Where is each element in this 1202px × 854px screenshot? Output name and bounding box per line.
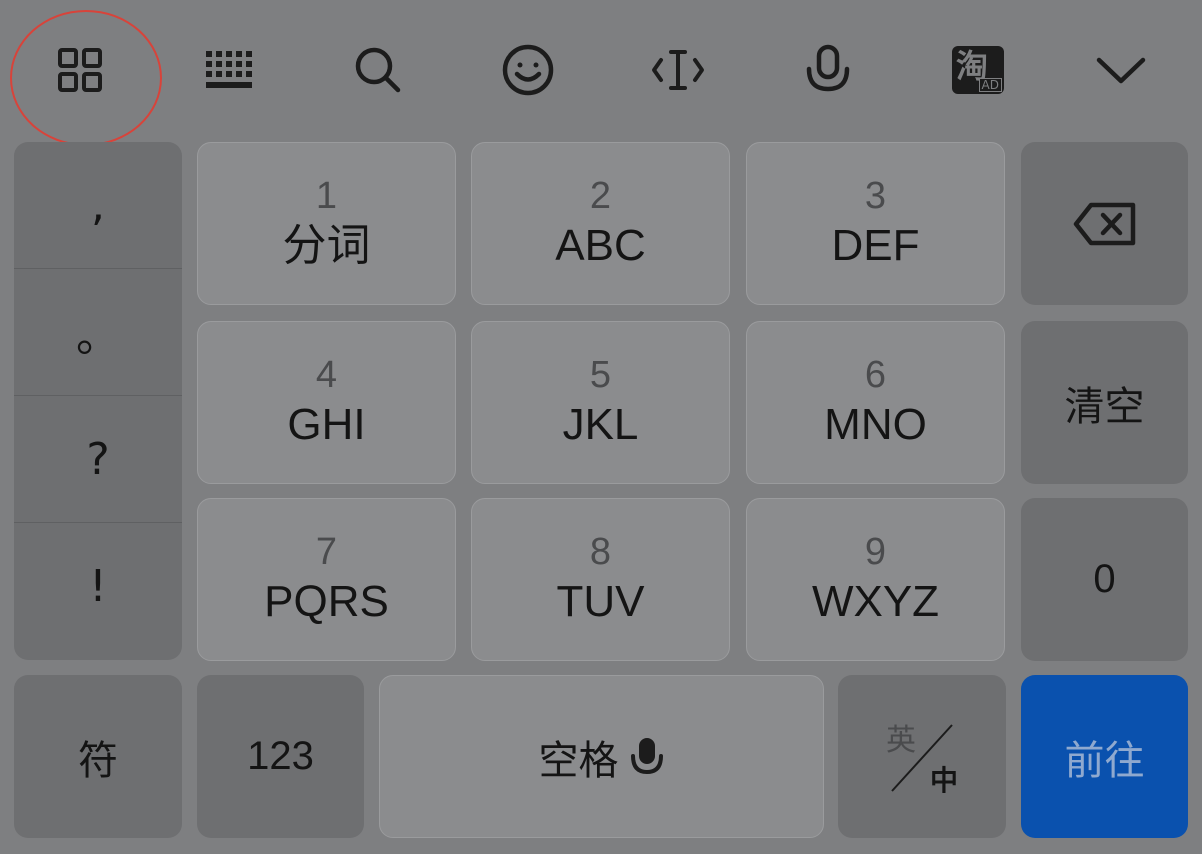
key-number: 8 (589, 530, 612, 573)
microphone-icon[interactable] (778, 22, 878, 118)
key-4[interactable]: 4 GHI (197, 321, 456, 484)
punct-comma[interactable]: , (14, 142, 182, 269)
key-number: 5 (589, 353, 612, 396)
ad-badge: AD (978, 78, 1002, 92)
numbers-label: 123 (247, 734, 314, 778)
key-letters: GHI (287, 399, 366, 449)
backspace-button[interactable] (1021, 142, 1188, 305)
language-switch: 英 中 (838, 675, 1006, 838)
key-number: 7 (315, 530, 338, 573)
go-button[interactable]: 前往 (1021, 675, 1188, 838)
key-number: 4 (315, 353, 338, 396)
key-9[interactable]: 9 WXYZ (746, 498, 1005, 661)
keyboard-toolbar: 淘 AD (0, 0, 1202, 146)
emoji-icon[interactable] (478, 22, 578, 118)
cursor-edit-icon[interactable] (628, 22, 728, 118)
taobao-ad-icon[interactable]: 淘 AD (928, 22, 1028, 118)
punct-question[interactable]: ? (14, 396, 182, 523)
symbols-label: 符 (78, 738, 118, 783)
zero-label: 0 (1093, 557, 1116, 601)
key-7[interactable]: 7 PQRS (197, 498, 456, 661)
language-switch-button[interactable]: 英 中 (838, 675, 1006, 838)
clear-button[interactable]: 清空 (1021, 321, 1188, 484)
key-number: 9 (864, 530, 887, 573)
space-button[interactable]: 空格 (379, 675, 824, 838)
key-letters: DEF (831, 220, 920, 270)
space-label: 空格 (538, 737, 619, 784)
clear-label: 清空 (1064, 384, 1145, 429)
key-number: 3 (864, 174, 887, 217)
keyboard-layout-icon[interactable] (179, 22, 279, 118)
numbers-button[interactable]: 123 (197, 675, 364, 838)
key-letters: TUV (556, 576, 645, 626)
key-letters: JKL (562, 399, 639, 449)
punctuation-column: , 。 ? ! (14, 142, 182, 660)
space-content: 空格 (539, 728, 665, 786)
punct-period[interactable]: 。 (14, 269, 182, 396)
key-number: 1 (315, 174, 338, 217)
go-label: 前往 (1064, 738, 1145, 783)
key-letters: 分词 (282, 220, 371, 270)
space-mic-icon (630, 737, 663, 774)
key-5[interactable]: 5 JKL (471, 321, 730, 484)
key-letters: PQRS (264, 576, 389, 626)
key-3[interactable]: 3 DEF (746, 142, 1005, 305)
symbols-button[interactable]: 符 (14, 675, 182, 838)
search-icon[interactable] (328, 22, 428, 118)
key-letters: WXYZ (811, 576, 940, 626)
lang-zh-label: 中 (930, 764, 959, 797)
key-1[interactable]: 1 分词 (197, 142, 456, 305)
zero-key[interactable]: 0 (1021, 498, 1188, 661)
lang-en-label: 英 (886, 723, 916, 758)
collapse-chevron-icon[interactable] (1071, 22, 1171, 118)
highlight-circle (10, 10, 162, 146)
key-6[interactable]: 6 MNO (746, 321, 1005, 484)
key-letters: MNO (824, 399, 927, 449)
backspace-icon (1073, 202, 1135, 245)
switch-slash (891, 724, 953, 792)
key-2[interactable]: 2 ABC (471, 142, 730, 305)
taobao-ad-badge: 淘 AD (952, 46, 1004, 94)
key-number: 2 (589, 174, 612, 217)
key-letters: ABC (555, 220, 646, 270)
key-8[interactable]: 8 TUV (471, 498, 730, 661)
punct-exclaim[interactable]: ! (14, 523, 182, 649)
key-number: 6 (864, 353, 887, 396)
